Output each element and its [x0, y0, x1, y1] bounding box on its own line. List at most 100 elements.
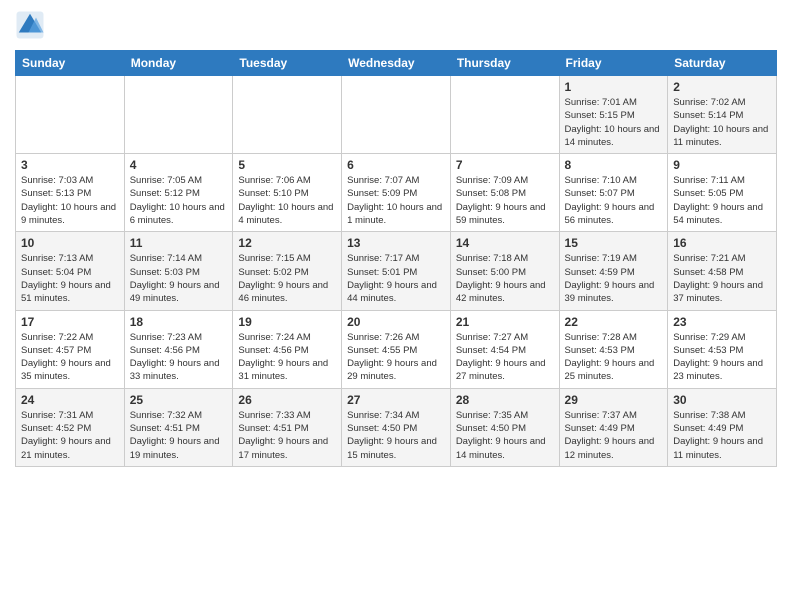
day-number: 18 [130, 315, 228, 329]
day-cell: 1 Sunrise: 7:01 AM Sunset: 5:15 PM Daylig… [559, 76, 668, 154]
day-number: 3 [21, 158, 119, 172]
day-number: 26 [238, 393, 336, 407]
day-info: Sunrise: 7:21 AM Sunset: 4:58 PM Dayligh… [673, 252, 771, 305]
logo [15, 10, 49, 40]
day-number: 27 [347, 393, 445, 407]
day-cell: 22 Sunrise: 7:28 AM Sunset: 4:53 PM Dayli… [559, 310, 668, 388]
day-cell: 26 Sunrise: 7:33 AM Sunset: 4:51 PM Dayli… [233, 388, 342, 466]
calendar-table: SundayMondayTuesdayWednesdayThursdayFrid… [15, 50, 777, 467]
page-container: SundayMondayTuesdayWednesdayThursdayFrid… [0, 0, 792, 477]
day-info: Sunrise: 7:19 AM Sunset: 4:59 PM Dayligh… [565, 252, 663, 305]
day-number: 9 [673, 158, 771, 172]
day-cell: 9 Sunrise: 7:11 AM Sunset: 5:05 PM Daylig… [668, 154, 777, 232]
day-cell: 21 Sunrise: 7:27 AM Sunset: 4:54 PM Dayli… [450, 310, 559, 388]
day-number: 30 [673, 393, 771, 407]
day-cell: 18 Sunrise: 7:23 AM Sunset: 4:56 PM Dayli… [124, 310, 233, 388]
day-info: Sunrise: 7:17 AM Sunset: 5:01 PM Dayligh… [347, 252, 445, 305]
day-cell: 12 Sunrise: 7:15 AM Sunset: 5:02 PM Dayli… [233, 232, 342, 310]
day-cell: 19 Sunrise: 7:24 AM Sunset: 4:56 PM Dayli… [233, 310, 342, 388]
weekday-header-monday: Monday [124, 51, 233, 76]
day-number: 13 [347, 236, 445, 250]
day-cell: 20 Sunrise: 7:26 AM Sunset: 4:55 PM Dayli… [342, 310, 451, 388]
day-info: Sunrise: 7:33 AM Sunset: 4:51 PM Dayligh… [238, 409, 336, 462]
day-info: Sunrise: 7:01 AM Sunset: 5:15 PM Dayligh… [565, 96, 663, 149]
day-cell [233, 76, 342, 154]
day-number: 1 [565, 80, 663, 94]
day-cell: 24Sunrise: 7:31 AM Sunset: 4:52 PM Dayli… [16, 388, 125, 466]
day-number: 14 [456, 236, 554, 250]
day-number: 28 [456, 393, 554, 407]
day-info: Sunrise: 7:32 AM Sunset: 4:51 PM Dayligh… [130, 409, 228, 462]
day-cell: 15 Sunrise: 7:19 AM Sunset: 4:59 PM Dayli… [559, 232, 668, 310]
weekday-header-tuesday: Tuesday [233, 51, 342, 76]
day-info: Sunrise: 7:11 AM Sunset: 5:05 PM Dayligh… [673, 174, 771, 227]
day-number: 5 [238, 158, 336, 172]
week-row-3: 10Sunrise: 7:13 AM Sunset: 5:04 PM Dayli… [16, 232, 777, 310]
day-number: 29 [565, 393, 663, 407]
header [15, 10, 777, 40]
day-info: Sunrise: 7:38 AM Sunset: 4:49 PM Dayligh… [673, 409, 771, 462]
day-cell: 5Sunrise: 7:06 AM Sunset: 5:10 PM Daylig… [233, 154, 342, 232]
day-number: 25 [130, 393, 228, 407]
day-number: 6 [347, 158, 445, 172]
day-cell: 4 Sunrise: 7:05 AM Sunset: 5:12 PM Daylig… [124, 154, 233, 232]
day-number: 21 [456, 315, 554, 329]
day-number: 20 [347, 315, 445, 329]
day-cell: 7 Sunrise: 7:09 AM Sunset: 5:08 PM Daylig… [450, 154, 559, 232]
day-number: 23 [673, 315, 771, 329]
day-cell: 27 Sunrise: 7:34 AM Sunset: 4:50 PM Dayli… [342, 388, 451, 466]
day-info: Sunrise: 7:14 AM Sunset: 5:03 PM Dayligh… [130, 252, 228, 305]
day-info: Sunrise: 7:27 AM Sunset: 4:54 PM Dayligh… [456, 331, 554, 384]
day-info: Sunrise: 7:24 AM Sunset: 4:56 PM Dayligh… [238, 331, 336, 384]
day-cell: 3 Sunrise: 7:03 AM Sunset: 5:13 PM Daylig… [16, 154, 125, 232]
weekday-header-wednesday: Wednesday [342, 51, 451, 76]
day-info: Sunrise: 7:03 AM Sunset: 5:13 PM Dayligh… [21, 174, 119, 227]
day-cell: 2Sunrise: 7:02 AM Sunset: 5:14 PM Daylig… [668, 76, 777, 154]
day-cell: 13 Sunrise: 7:17 AM Sunset: 5:01 PM Dayli… [342, 232, 451, 310]
day-cell [16, 76, 125, 154]
day-number: 22 [565, 315, 663, 329]
day-cell: 8 Sunrise: 7:10 AM Sunset: 5:07 PM Daylig… [559, 154, 668, 232]
day-info: Sunrise: 7:31 AM Sunset: 4:52 PM Dayligh… [21, 409, 119, 462]
day-cell: 28Sunrise: 7:35 AM Sunset: 4:50 PM Dayli… [450, 388, 559, 466]
day-cell: 25 Sunrise: 7:32 AM Sunset: 4:51 PM Dayli… [124, 388, 233, 466]
day-info: Sunrise: 7:18 AM Sunset: 5:00 PM Dayligh… [456, 252, 554, 305]
day-number: 8 [565, 158, 663, 172]
day-number: 4 [130, 158, 228, 172]
day-info: Sunrise: 7:29 AM Sunset: 4:53 PM Dayligh… [673, 331, 771, 384]
day-number: 11 [130, 236, 228, 250]
day-info: Sunrise: 7:23 AM Sunset: 4:56 PM Dayligh… [130, 331, 228, 384]
week-row-2: 3 Sunrise: 7:03 AM Sunset: 5:13 PM Daylig… [16, 154, 777, 232]
day-info: Sunrise: 7:05 AM Sunset: 5:12 PM Dayligh… [130, 174, 228, 227]
day-cell: 17 Sunrise: 7:22 AM Sunset: 4:57 PM Dayli… [16, 310, 125, 388]
day-cell: 10Sunrise: 7:13 AM Sunset: 5:04 PM Dayli… [16, 232, 125, 310]
day-info: Sunrise: 7:34 AM Sunset: 4:50 PM Dayligh… [347, 409, 445, 462]
day-info: Sunrise: 7:10 AM Sunset: 5:07 PM Dayligh… [565, 174, 663, 227]
day-info: Sunrise: 7:09 AM Sunset: 5:08 PM Dayligh… [456, 174, 554, 227]
week-row-4: 17 Sunrise: 7:22 AM Sunset: 4:57 PM Dayli… [16, 310, 777, 388]
logo-icon [15, 10, 45, 40]
day-info: Sunrise: 7:28 AM Sunset: 4:53 PM Dayligh… [565, 331, 663, 384]
day-cell: 30 Sunrise: 7:38 AM Sunset: 4:49 PM Dayli… [668, 388, 777, 466]
day-cell [124, 76, 233, 154]
day-number: 16 [673, 236, 771, 250]
day-number: 15 [565, 236, 663, 250]
day-info: Sunrise: 7:15 AM Sunset: 5:02 PM Dayligh… [238, 252, 336, 305]
day-cell: 14 Sunrise: 7:18 AM Sunset: 5:00 PM Dayli… [450, 232, 559, 310]
day-cell: 29Sunrise: 7:37 AM Sunset: 4:49 PM Dayli… [559, 388, 668, 466]
day-number: 7 [456, 158, 554, 172]
week-row-5: 24Sunrise: 7:31 AM Sunset: 4:52 PM Dayli… [16, 388, 777, 466]
weekday-header-friday: Friday [559, 51, 668, 76]
day-number: 17 [21, 315, 119, 329]
week-row-1: 1 Sunrise: 7:01 AM Sunset: 5:15 PM Daylig… [16, 76, 777, 154]
day-number: 19 [238, 315, 336, 329]
day-info: Sunrise: 7:22 AM Sunset: 4:57 PM Dayligh… [21, 331, 119, 384]
day-cell: 11 Sunrise: 7:14 AM Sunset: 5:03 PM Dayli… [124, 232, 233, 310]
day-info: Sunrise: 7:02 AM Sunset: 5:14 PM Dayligh… [673, 96, 771, 149]
weekday-header-thursday: Thursday [450, 51, 559, 76]
weekday-header-row: SundayMondayTuesdayWednesdayThursdayFrid… [16, 51, 777, 76]
weekday-header-sunday: Sunday [16, 51, 125, 76]
day-number: 12 [238, 236, 336, 250]
day-info: Sunrise: 7:13 AM Sunset: 5:04 PM Dayligh… [21, 252, 119, 305]
day-info: Sunrise: 7:26 AM Sunset: 4:55 PM Dayligh… [347, 331, 445, 384]
